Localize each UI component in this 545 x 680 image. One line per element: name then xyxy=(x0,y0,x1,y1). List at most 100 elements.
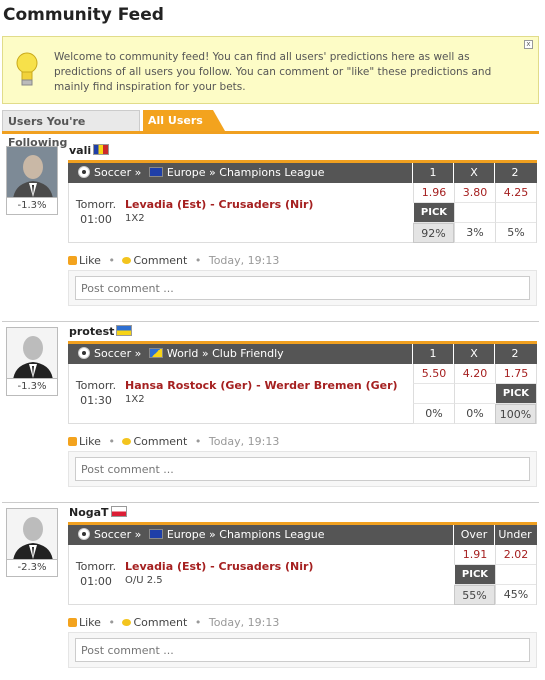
match-time: Tomorr. 01:00 xyxy=(74,197,118,227)
market-type: 1X2 xyxy=(125,394,145,405)
column-header: 1 xyxy=(412,344,453,364)
match-name[interactable]: Levadia (Est) - Crusaders (Nir) xyxy=(125,560,313,573)
like-link[interactable]: Like xyxy=(79,435,101,448)
page-title: Community Feed xyxy=(3,5,164,25)
pick-share: 55% xyxy=(454,585,495,605)
comment-area xyxy=(68,270,537,306)
sport-name[interactable]: Soccer xyxy=(94,166,131,179)
breadcrumb-separator: » xyxy=(134,528,142,541)
username-text[interactable]: NogaT xyxy=(69,506,109,519)
league-name[interactable]: Champions League xyxy=(219,166,324,179)
pick-badge: PICK xyxy=(495,384,536,404)
match-name[interactable]: Levadia (Est) - Crusaders (Nir) xyxy=(125,198,313,211)
pick-share: 3% xyxy=(454,223,495,243)
post-timestamp: Today, 19:13 xyxy=(208,254,280,267)
empty-cell xyxy=(495,203,536,223)
country-flag-icon xyxy=(110,506,127,517)
pick-share: 0% xyxy=(454,404,495,424)
odd-value: 1.96 xyxy=(413,183,454,203)
pick-share: 0% xyxy=(413,404,454,424)
odd-value: 4.25 xyxy=(495,183,536,203)
comment-bubble-icon xyxy=(122,438,132,445)
region-flag-icon xyxy=(148,529,163,539)
username[interactable]: vali xyxy=(69,144,110,157)
breadcrumb-separator: » xyxy=(209,528,216,541)
thumbs-up-icon xyxy=(68,256,77,265)
like-link[interactable]: Like xyxy=(79,254,101,267)
prediction-box: Soccer » Europe » Champions League Over U… xyxy=(68,522,537,605)
pick-share: 5% xyxy=(495,223,536,243)
comment-link[interactable]: Comment xyxy=(133,435,187,448)
username-text[interactable]: protest xyxy=(69,325,114,338)
comment-input[interactable] xyxy=(75,638,530,662)
match-day: Tomorr. xyxy=(75,560,117,573)
comment-link[interactable]: Comment xyxy=(133,254,187,267)
breadcrumb-separator: » xyxy=(209,166,216,179)
column-header: Under xyxy=(494,525,535,545)
tab-all-users[interactable]: All Users xyxy=(143,110,225,131)
thumbs-up-icon xyxy=(68,437,77,446)
region-name[interactable]: Europe xyxy=(167,528,206,541)
prediction-header: Soccer » Europe » Champions League 1X2 xyxy=(68,163,537,183)
tab-users-following[interactable]: Users You're Following xyxy=(2,110,140,149)
user-yield: -1.3% xyxy=(6,379,58,396)
post-divider xyxy=(2,321,539,322)
close-icon[interactable]: x xyxy=(524,40,533,49)
avatar[interactable] xyxy=(6,146,58,198)
username-text[interactable]: vali xyxy=(69,144,91,157)
match-time: Tomorr. 01:30 xyxy=(74,378,118,408)
odd-value: 2.02 xyxy=(495,545,536,565)
post-actions: Like • Comment • Today, 19:13 xyxy=(68,616,279,629)
league-name[interactable]: Champions League xyxy=(219,528,324,541)
avatar[interactable] xyxy=(6,508,58,560)
breadcrumb-separator: » xyxy=(134,347,142,360)
empty-cell xyxy=(413,384,454,404)
league-name[interactable]: Club Friendly xyxy=(212,347,284,360)
username[interactable]: NogaT xyxy=(69,506,127,519)
empty-cell xyxy=(495,565,536,585)
lightbulb-icon xyxy=(16,52,38,86)
prediction-header: Soccer » World » Club Friendly 1X2 xyxy=(68,344,537,364)
region-name[interactable]: Europe xyxy=(167,166,206,179)
match-day: Tomorr. xyxy=(75,379,117,392)
prediction-box: Soccer » Europe » Champions League 1X2 T… xyxy=(68,160,537,243)
odd-value: 5.50 xyxy=(413,364,454,384)
column-header: Over xyxy=(453,525,494,545)
username[interactable]: protest xyxy=(69,325,133,338)
user-silhouette-icon xyxy=(7,147,57,197)
match-day: Tomorr. xyxy=(75,198,117,211)
pick-share: 45% xyxy=(495,585,536,605)
comment-link[interactable]: Comment xyxy=(133,616,187,629)
prediction-body: Tomorr. 01:00 Levadia (Est) - Crusaders (… xyxy=(68,183,537,243)
breadcrumb-separator: » xyxy=(201,347,209,360)
soccer-ball-icon xyxy=(78,347,90,359)
odd-value: 1.91 xyxy=(454,545,495,565)
pick-badge: PICK xyxy=(413,203,454,223)
market-type: O/U 2.5 xyxy=(125,575,163,586)
comment-area xyxy=(68,451,537,487)
like-link[interactable]: Like xyxy=(79,616,101,629)
region-name[interactable]: World xyxy=(167,347,199,360)
pick-share: 92% xyxy=(413,223,454,243)
odd-value: 3.80 xyxy=(454,183,495,203)
post-divider xyxy=(2,502,539,503)
comment-input[interactable] xyxy=(75,276,530,300)
match-hour: 01:00 xyxy=(80,575,112,588)
region-flag-icon xyxy=(148,348,163,358)
breadcrumb-separator: » xyxy=(134,166,142,179)
odd-value: 4.20 xyxy=(454,364,495,384)
sport-name[interactable]: Soccer xyxy=(94,347,131,360)
post-timestamp: Today, 19:13 xyxy=(208,435,280,448)
prediction-header: Soccer » Europe » Champions League Over U… xyxy=(68,525,537,545)
comment-input[interactable] xyxy=(75,457,530,481)
feed-tabs: Users You're Following All Users xyxy=(2,110,539,149)
post-timestamp: Today, 19:13 xyxy=(208,616,280,629)
avatar[interactable] xyxy=(6,327,58,379)
sport-name[interactable]: Soccer xyxy=(94,528,131,541)
empty-cell xyxy=(454,384,495,404)
column-header: X xyxy=(453,344,494,364)
user-yield: -1.3% xyxy=(6,198,58,215)
match-hour: 01:00 xyxy=(80,213,112,226)
match-name[interactable]: Hansa Rostock (Ger) - Werder Bremen (Ger… xyxy=(125,379,398,392)
post-actions: Like • Comment • Today, 19:13 xyxy=(68,254,279,267)
